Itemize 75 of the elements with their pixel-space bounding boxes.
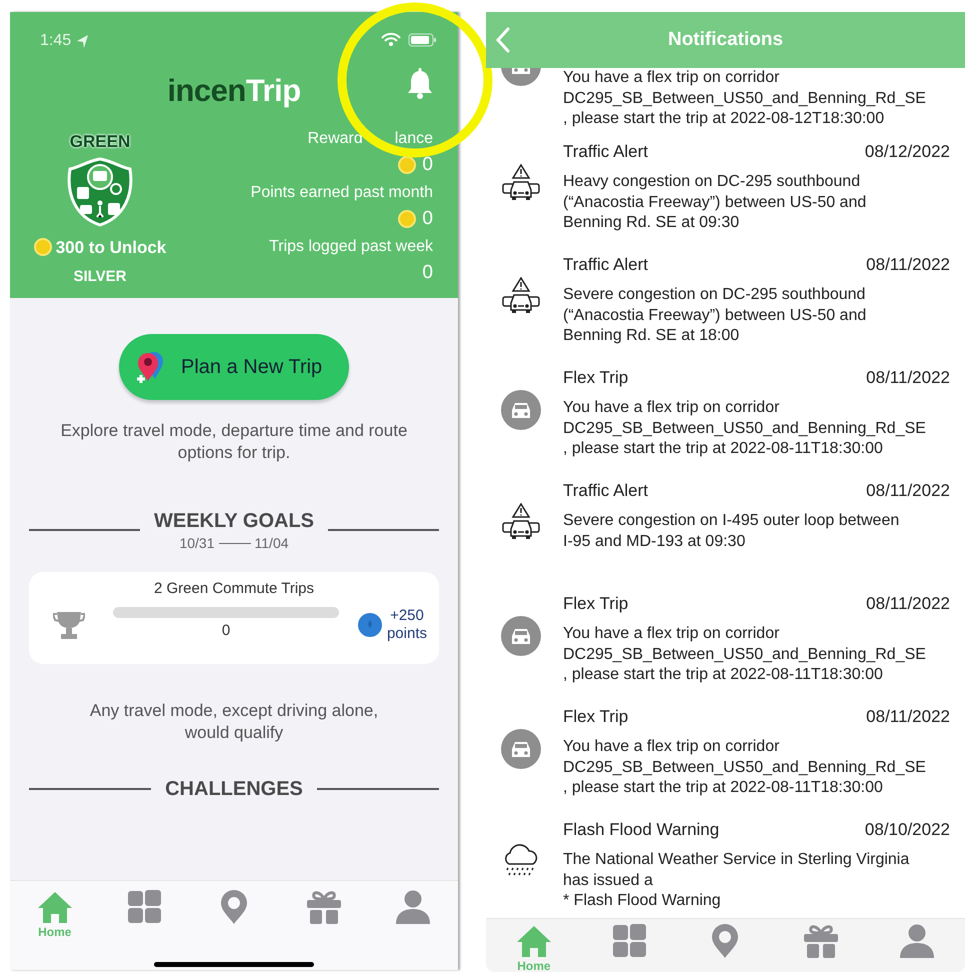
home-icon bbox=[36, 889, 74, 925]
reward-unit: points bbox=[386, 624, 427, 642]
notification-date: 08/11/2022 bbox=[866, 254, 950, 276]
progress-count: 0 bbox=[222, 620, 230, 641]
back-button[interactable] bbox=[494, 26, 512, 54]
location-pin-icon bbox=[218, 889, 249, 925]
notification-title: Traffic Alert bbox=[563, 141, 648, 163]
location-pin-icon bbox=[710, 923, 740, 959]
app-logo: incenTrip bbox=[167, 72, 301, 110]
car-icon bbox=[501, 616, 541, 656]
home-icon bbox=[514, 923, 553, 959]
reward-points: +250 bbox=[389, 606, 425, 624]
stat-label: Points earned past month bbox=[250, 183, 433, 203]
person-icon bbox=[899, 923, 936, 959]
map-pins-icon bbox=[135, 349, 165, 385]
notification-text: The National Weather Service in Sterling Virginia has issued a * Flash Flood Warning bbox=[563, 850, 910, 911]
notification-text: You have a flex trip on corridor DC295_SB_Between_US50_and_Benning_Rd_SE , please start the trip at 2022-08-11T18:30:00 bbox=[563, 737, 927, 798]
wifi-icon bbox=[380, 32, 402, 47]
stat-label: Trips logged past week bbox=[269, 237, 433, 257]
stat-label: lance bbox=[394, 129, 433, 149]
notification-text: You have a flex trip on corridor DC295_SB_Between_US50_and_Benning_Rd_SE , please start the trip at 2022-08-11T18:30:00 bbox=[563, 398, 927, 459]
tier-name: GREEN bbox=[70, 131, 130, 153]
tab-bar-item[interactable]: Home bbox=[30, 889, 80, 939]
notification-text: You have a flex trip on corridor DC295_SB_Between_US50_and_Benning_Rd_SE , please start the trip at 2022-08-12T18:30:00 bbox=[563, 68, 927, 129]
grid-icon bbox=[126, 889, 163, 925]
gift-icon bbox=[306, 889, 342, 925]
date-text: 10/31 bbox=[179, 534, 215, 553]
grid-icon bbox=[611, 923, 648, 959]
notification-date: 08/10/2022 bbox=[864, 819, 950, 841]
stat-label: Reward bbox=[308, 129, 363, 149]
notification-date: 08/12/2022 bbox=[864, 141, 950, 163]
notification-text: Severe congestion on DC-295 southbound (“Anacostia Freeway”) between US-50 and Benning Rd. SE at 18:00 bbox=[563, 285, 868, 346]
description-text: Explore travel mode, departure time and route options for trip. bbox=[60, 420, 408, 464]
notification-title: Traffic Alert bbox=[563, 254, 648, 276]
unlock-text: 300 to Unlock bbox=[56, 236, 166, 258]
notification-title: Flex Trip bbox=[563, 367, 628, 389]
location-arrow-icon bbox=[75, 33, 90, 49]
next-tier-name: SILVER bbox=[73, 267, 127, 287]
traffic-jam-icon bbox=[501, 164, 541, 201]
stat-value: 0 bbox=[422, 153, 433, 177]
car-icon bbox=[501, 390, 541, 430]
section-heading: CHALLENGES bbox=[165, 777, 303, 802]
plan-trip-button[interactable]: Plan a New Trip bbox=[119, 334, 349, 400]
date-text: 11/04 bbox=[254, 534, 289, 553]
section-heading: WEEKLY GOALS bbox=[154, 509, 314, 534]
points-coin-icon bbox=[356, 612, 383, 638]
status-time: 1:45 bbox=[40, 31, 72, 51]
stat-value: 0 bbox=[422, 261, 433, 285]
notification-title: Flash Flood Warning bbox=[563, 819, 720, 841]
battery-icon bbox=[408, 33, 437, 47]
notification-date: 08/11/2022 bbox=[866, 593, 950, 615]
traffic-jam-icon bbox=[501, 277, 541, 314]
notification-text: Severe congestion on I-495 outer loop between I-95 and MD-193 at 09:30 bbox=[563, 511, 900, 552]
notification-text: You have a flex trip on corridor DC295_SB_Between_US50_and_Benning_Rd_SE , please start the trip at 2022-08-11T18:30:00 bbox=[563, 624, 927, 685]
notification-date: 08/11/2022 bbox=[866, 367, 950, 389]
goal-title: 2 Green Commute Trips bbox=[154, 579, 314, 599]
notification-title: Traffic Alert bbox=[563, 480, 648, 502]
qualify-note: Any travel mode, except driving alone, would qualify bbox=[88, 700, 380, 744]
coin-icon bbox=[398, 210, 416, 228]
stat-value: 0 bbox=[422, 207, 433, 231]
notification-date: 08/11/2022 bbox=[866, 480, 950, 502]
notification-text: Heavy congestion on DC-295 southbound (“Anacostia Freeway”) between US-50 and Benning Rd. SE at 09:30 bbox=[563, 172, 868, 233]
traffic-jam-icon bbox=[501, 503, 541, 540]
trophy-icon bbox=[53, 610, 85, 640]
screen-title: Notifications bbox=[668, 28, 784, 52]
tab-bar-item[interactable]: Home bbox=[508, 923, 559, 972]
gift-icon bbox=[803, 923, 840, 959]
notification-date: 08/11/2022 bbox=[866, 706, 950, 728]
car-icon bbox=[501, 729, 541, 769]
notification-title: Flex Trip bbox=[563, 593, 628, 615]
notification-bell-icon[interactable] bbox=[406, 68, 434, 99]
notification-title: Flex Trip bbox=[563, 706, 628, 728]
coin-icon bbox=[34, 238, 52, 256]
person-icon bbox=[395, 889, 432, 925]
coin-icon bbox=[398, 156, 416, 174]
